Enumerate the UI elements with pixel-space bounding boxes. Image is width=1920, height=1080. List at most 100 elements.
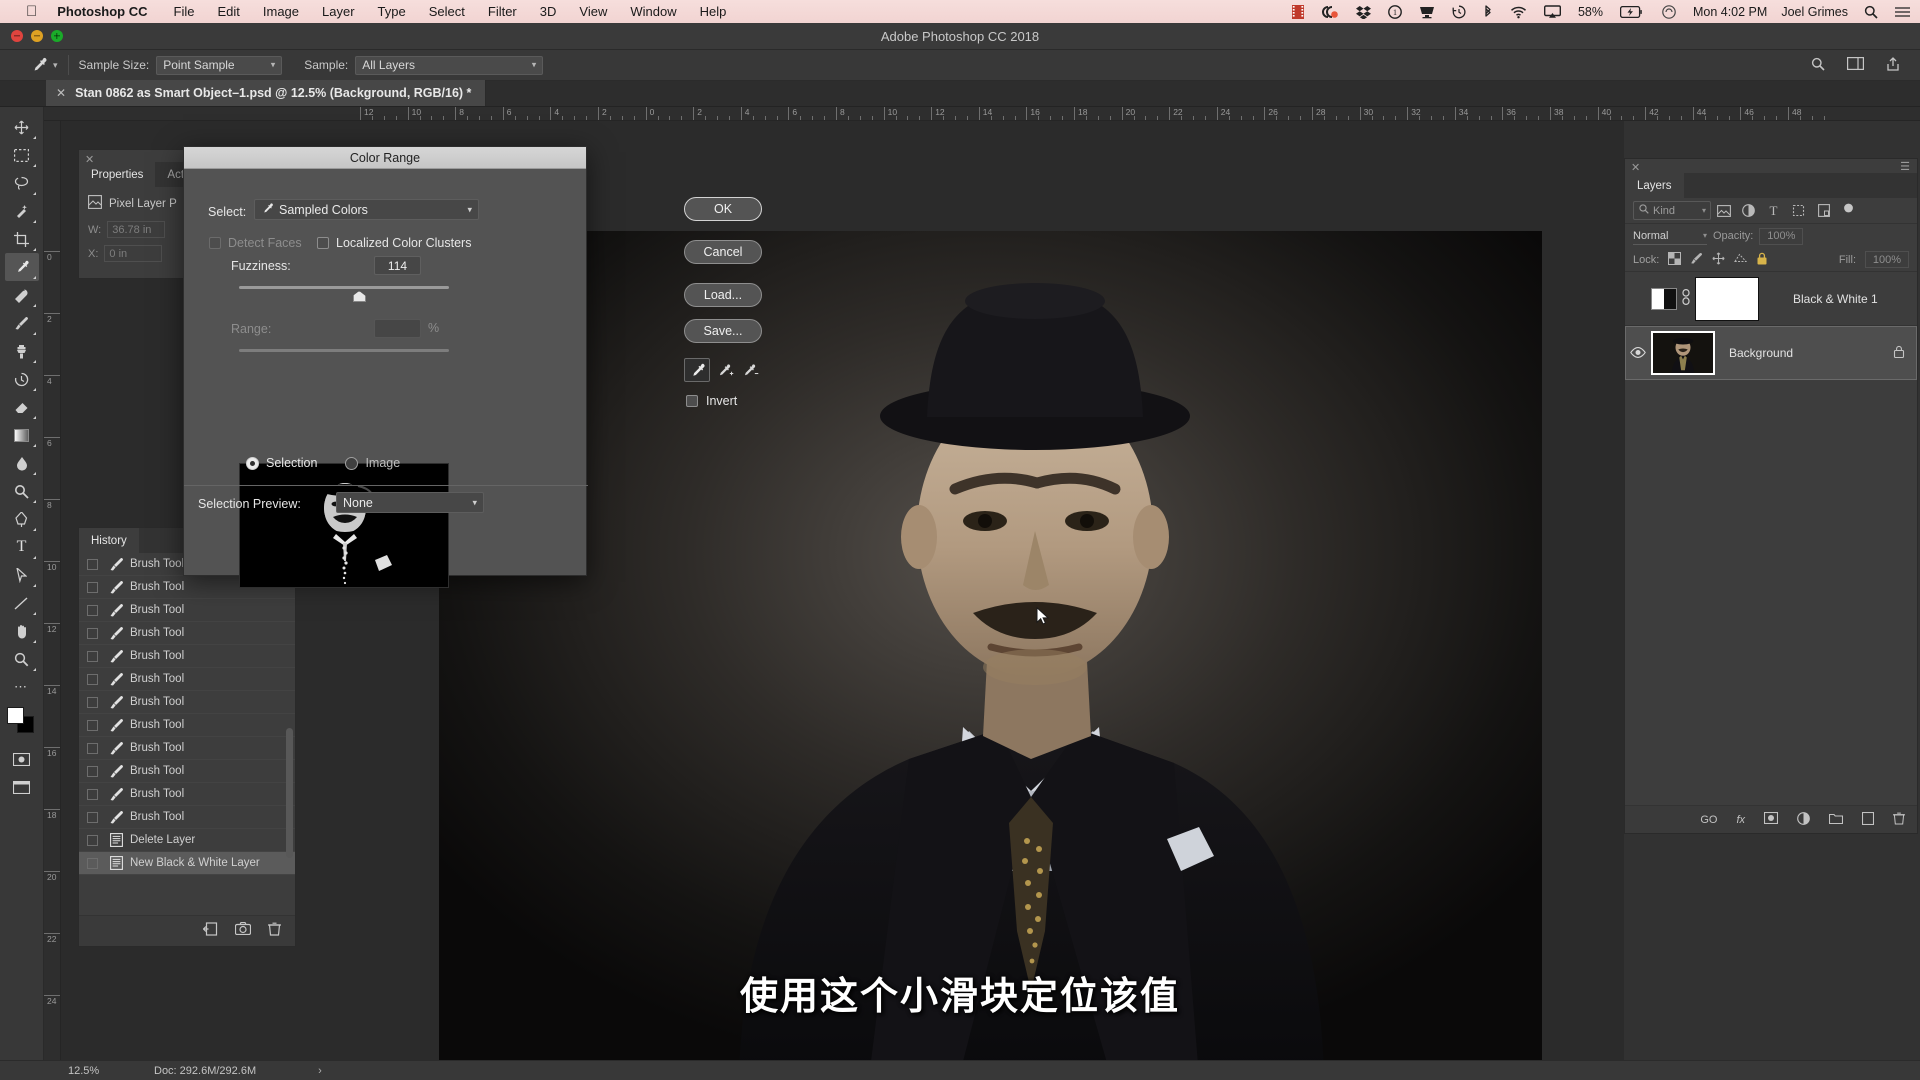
menu-help[interactable]: Help [700,4,727,19]
tool-shape[interactable] [5,589,39,617]
workspace-icon[interactable] [1847,57,1865,73]
history-list[interactable]: Brush Tool Brush Tool Brush Tool Brush Tool… [79,553,295,915]
menu-edit[interactable]: Edit [217,4,239,19]
wifi-icon[interactable] [1510,5,1527,19]
sample-select[interactable]: All Layers ▾ [355,55,544,75]
history-snapshot-box[interactable] [87,627,98,639]
fuzziness-slider[interactable] [239,286,449,302]
fuzziness-field[interactable]: 114 [374,256,421,275]
menu-select[interactable]: Select [429,4,465,19]
document-tab[interactable]: ✕ Stan 0862 as Smart Object–1.psd @ 12.5… [46,80,487,106]
select-dropdown[interactable]: Sampled Colors ▾ [254,199,479,220]
history-snapshot-box[interactable] [87,650,98,662]
menu-layer[interactable]: Layer [322,4,355,19]
menu-window[interactable]: Window [630,4,676,19]
tool-move[interactable] [5,113,39,141]
lock-image-icon[interactable] [1690,252,1703,268]
menu-filter[interactable]: Filter [488,4,517,19]
lock-artboard-icon[interactable] [1734,252,1748,268]
zoom-level[interactable]: 12.5% [68,1065,140,1077]
displays-icon[interactable] [1419,5,1435,19]
filter-toggle-icon[interactable] [1842,202,1855,220]
doc-info[interactable]: Doc: 292.6M/292.6M [154,1065,256,1077]
shape-filter-icon[interactable] [1786,201,1811,220]
localized-color-clusters-checkbox[interactable] [317,237,329,249]
link-icon[interactable] [1677,289,1695,308]
tool-eyedropper[interactable] [4,253,39,281]
battery-percent[interactable]: 58% [1578,5,1603,19]
menu-type[interactable]: Type [378,4,406,19]
adjustment-filter-icon[interactable] [1736,201,1761,220]
tool-dodge[interactable] [5,477,39,505]
film-icon[interactable] [1291,4,1304,19]
tool-marquee[interactable] [5,141,39,169]
bluetooth-icon[interactable] [1483,4,1493,19]
add-mask-icon[interactable] [1763,811,1779,827]
opacity-field[interactable]: 100% [1759,227,1804,245]
delete-layer-icon[interactable] [1893,812,1905,828]
tab-history[interactable]: History [79,528,139,553]
image-filter-icon[interactable] [1711,201,1736,220]
width-field[interactable]: 36.78 in [107,221,166,238]
eyedropper-icon[interactable] [684,358,710,382]
history-item[interactable]: Brush Tool [79,645,295,668]
tool-gradient[interactable] [5,421,39,449]
invert-checkbox[interactable] [686,395,698,407]
apple-icon[interactable]:  [26,4,37,19]
fx-icon[interactable]: fx [1736,814,1745,826]
layer-visibility-toggle[interactable] [1625,347,1651,358]
tool-eraser[interactable] [5,393,39,421]
lock-all-icon[interactable] [1756,252,1768,268]
chevron-down-icon[interactable]: ▾ [53,60,58,71]
history-item[interactable]: Brush Tool [79,760,295,783]
vertical-ruler[interactable]: 0 2 4 6 8 10 12 14 16 18 20 22 24 [44,121,61,1060]
history-item[interactable]: New Black & White Layer [79,852,295,875]
battery-charging-icon[interactable] [1619,5,1642,18]
screenmode-icon[interactable] [5,773,39,801]
history-panel[interactable]: History Brush Tool Brush Tool Brush Tool Br… [78,527,296,947]
tool-type[interactable]: T [5,533,39,561]
history-item[interactable]: Brush Tool [79,783,295,806]
tool-crop[interactable] [5,225,39,253]
camera-snapshot-icon[interactable] [234,921,252,940]
history-snapshot-box[interactable] [87,857,98,869]
history-snapshot-box[interactable] [87,811,98,823]
control-center-icon[interactable] [1895,6,1910,18]
eyedropper-subtract-icon[interactable] [737,358,763,382]
eyedropper-add-icon[interactable] [712,358,738,382]
selection-preview-dropdown[interactable]: None ▾ [336,492,484,513]
more-tools-icon[interactable]: ⋯ [5,673,39,701]
tool-history-brush[interactable] [5,365,39,393]
selection-preview-thumbnail[interactable] [239,463,449,588]
history-item[interactable]: Brush Tool [79,806,295,829]
history-snapshot-box[interactable] [87,558,98,570]
share-icon[interactable] [1886,56,1900,74]
history-item[interactable]: Brush Tool [79,622,295,645]
lock-position-icon[interactable] [1712,251,1725,268]
history-item[interactable]: Brush Tool [79,599,295,622]
siri-icon[interactable] [1662,4,1676,19]
history-item[interactable]: Brush Tool [79,714,295,737]
type-filter-icon[interactable]: T [1761,201,1786,220]
history-scrollbar[interactable] [286,728,293,858]
history-item[interactable]: Brush Tool [79,737,295,760]
tool-zoom[interactable] [5,645,39,673]
history-snapshot-box[interactable] [87,765,98,777]
ok-button[interactable]: OK [684,197,762,221]
tool-healing-brush[interactable] [5,281,39,309]
x-field[interactable]: 0 in [104,245,163,262]
history-snapshot-box[interactable] [87,604,98,616]
blend-mode-select[interactable]: Normal ▾ [1633,227,1707,245]
history-item[interactable]: Brush Tool [79,691,295,714]
horizontal-ruler[interactable]: 12 10 8 6 4 2 0 2 4 6 8 10 12 14 16 18 20 22 24 26 28 30 32 34 3… [44,107,1920,121]
layer-name[interactable]: Black & White 1 [1793,292,1878,306]
search-icon[interactable] [1864,5,1878,19]
history-snapshot-box[interactable] [87,834,98,846]
color-range-dialog[interactable]: Color Range Select: Sampled Colors ▾ Det… [183,146,762,588]
lock-icon[interactable] [1893,345,1905,361]
history-snapshot-box[interactable] [87,719,98,731]
layer-name[interactable]: Background [1729,346,1793,360]
filter-kind-select[interactable]: Kind ▾ [1633,201,1711,220]
fill-field[interactable]: 100% [1865,251,1909,268]
layer-thumbnail[interactable] [1651,330,1715,375]
